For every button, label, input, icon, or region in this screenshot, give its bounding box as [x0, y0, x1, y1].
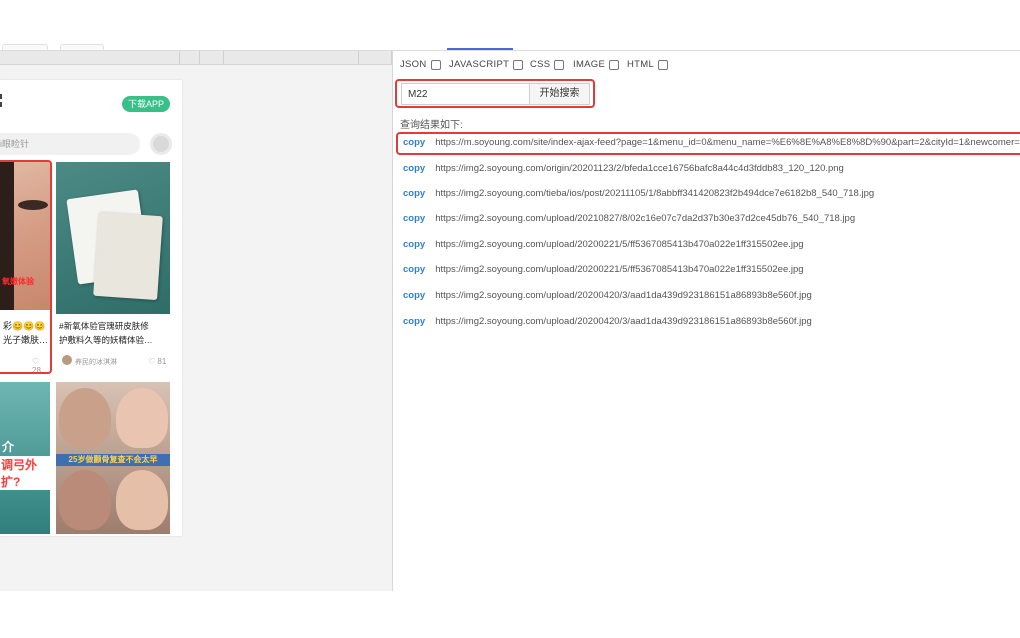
- filter-checkbox[interactable]: [430, 59, 441, 70]
- feed-card-image: 介 调弓外扩?: [0, 382, 50, 534]
- filter-checkbox[interactable]: [658, 59, 669, 70]
- portrait-face: [116, 470, 168, 530]
- author-name: 养民的冰淇淋: [75, 359, 117, 366]
- result-url[interactable]: https://img2.soyoung.com/upload/20200221…: [435, 264, 803, 275]
- result-row: copy https://img2.soyoung.com/upload/2020…: [403, 289, 1020, 303]
- result-row: copy https://img2.soyoung.com/upload/2020…: [403, 238, 1020, 252]
- feed-card[interactable]: #新氧体验官瑰研皮肤修 护敷料久等的妖精体验… 养民的冰淇淋 ♡ 81: [56, 162, 170, 374]
- result-row: copy https://img2.soyoung.com/upload/2020…: [403, 315, 1020, 329]
- filter-image[interactable]: IMAGE: [573, 59, 620, 70]
- result-url[interactable]: https://img2.soyoung.com/upload/20210827…: [435, 213, 855, 224]
- copy-button[interactable]: copy: [403, 239, 425, 250]
- pane-divider[interactable]: [392, 51, 393, 591]
- filter-label: HTML: [627, 59, 655, 70]
- feed-card-title: #新氧体验官瑰研皮肤修: [59, 321, 149, 331]
- result-row: copy https://img2.soyoung.com/tieba/ios/p…: [403, 187, 1020, 201]
- copy-button[interactable]: copy: [403, 290, 425, 301]
- like-count-value: 81: [157, 357, 167, 366]
- copy-button[interactable]: copy: [403, 188, 425, 199]
- filter-html[interactable]: HTML: [627, 59, 669, 70]
- result-url[interactable]: https://img2.soyoung.com/upload/20200420…: [435, 316, 812, 327]
- filter-javascript[interactable]: JAVASCRIPT: [449, 59, 524, 70]
- app-logo: [0, 94, 4, 99]
- ruler-segment: [180, 51, 200, 65]
- app-logo: [0, 102, 4, 107]
- top-strip: [0, 0, 1020, 50]
- image-banner: 25岁做颧骨复查不会太早: [56, 454, 170, 466]
- phone-search-bar[interactable]: i眼睑针: [0, 133, 140, 155]
- feed-card[interactable]: 25岁做颧骨复查不会太早: [56, 382, 170, 534]
- result-url[interactable]: https://img2.soyoung.com/upload/20200221…: [435, 239, 803, 250]
- feed-card-image: [56, 162, 170, 314]
- feed-card-title: 护敷料久等的妖精体验…: [59, 335, 153, 345]
- avatar[interactable]: [150, 133, 172, 155]
- filter-label: IMAGE: [573, 59, 606, 70]
- portrait-face: [59, 388, 111, 448]
- phone-viewport: 下载APP i眼睑针 氧嫩体验 彩😊😊😊 光子嫩肤… ♡ 28 #新氧体验官瑰研…: [0, 80, 182, 536]
- author-avatar: [62, 355, 72, 365]
- feed-card-image: 25岁做颧骨复查不会太早: [56, 382, 170, 534]
- device-ruler: [0, 51, 392, 65]
- filter-json[interactable]: JSON: [400, 59, 441, 70]
- highlight-frame: [0, 160, 52, 374]
- filter-checkbox[interactable]: [513, 59, 524, 70]
- copy-button[interactable]: copy: [403, 163, 425, 174]
- ruler-segment: [224, 51, 359, 65]
- result-url[interactable]: https://img2.soyoung.com/origin/20201123…: [435, 163, 844, 174]
- highlight-frame: [395, 79, 595, 108]
- filter-checkbox[interactable]: [554, 59, 565, 70]
- highlight-frame: [396, 132, 1020, 155]
- product-package: [93, 211, 163, 301]
- result-row: copy https://img2.soyoung.com/origin/2020…: [403, 162, 1020, 176]
- filter-label: JSON: [400, 59, 427, 70]
- image-overlay-text: 调弓外扩?: [0, 456, 50, 490]
- copy-button[interactable]: copy: [403, 316, 425, 327]
- image-overlay-text: 介: [2, 440, 15, 454]
- result-url[interactable]: https://img2.soyoung.com/upload/20200420…: [435, 290, 812, 301]
- filter-css[interactable]: CSS: [530, 59, 565, 70]
- ruler-segment: [0, 51, 180, 65]
- result-url[interactable]: https://img2.soyoung.com/tieba/ios/post/…: [435, 188, 874, 199]
- results-label: 查询结果如下:: [400, 120, 463, 131]
- filter-label: CSS: [530, 59, 551, 70]
- filter-label: JAVASCRIPT: [449, 59, 510, 70]
- copy-button[interactable]: copy: [403, 213, 425, 224]
- portrait-face: [59, 470, 111, 530]
- result-row: copy https://img2.soyoung.com/upload/2020…: [403, 263, 1020, 277]
- like-count: ♡ 81: [148, 357, 167, 366]
- ruler-segment: [359, 51, 392, 65]
- ruler-segment: [200, 51, 224, 65]
- portrait-face: [116, 388, 168, 448]
- result-row: copy https://img2.soyoung.com/upload/2021…: [403, 212, 1020, 226]
- copy-button[interactable]: copy: [403, 264, 425, 275]
- filter-checkbox[interactable]: [609, 59, 620, 70]
- download-app-button[interactable]: 下载APP: [122, 96, 170, 112]
- feed-card[interactable]: 介 调弓外扩?: [0, 382, 50, 534]
